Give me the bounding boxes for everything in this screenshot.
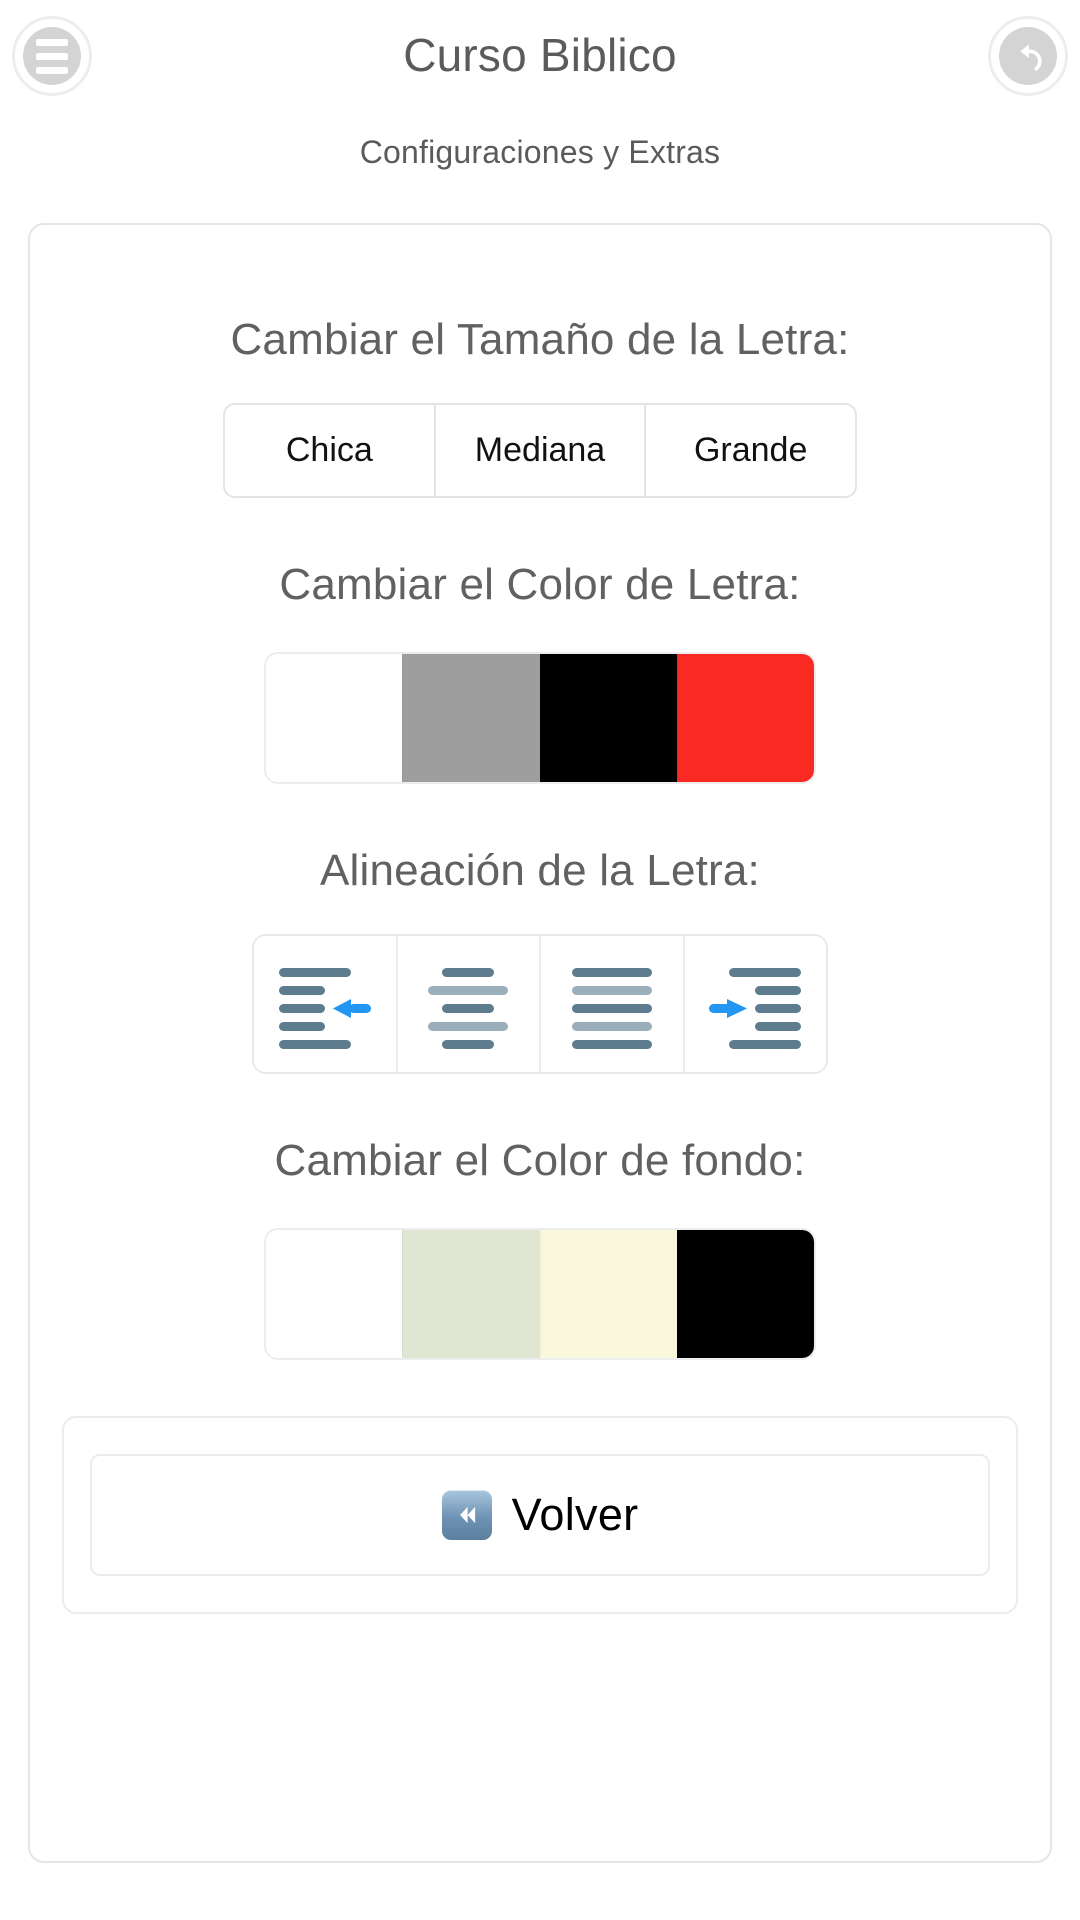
background-color-swatch-white[interactable] — [266, 1230, 403, 1358]
align-center-icon — [428, 968, 509, 1049]
rewind-double-left-icon — [441, 1490, 492, 1540]
background-color-swatch-pale-green[interactable] — [402, 1230, 540, 1358]
align-justify-button[interactable] — [541, 936, 685, 1072]
align-left-button[interactable] — [254, 936, 398, 1072]
background-color-swatch-strip[interactable] — [264, 1228, 816, 1360]
background-color-swatch-black[interactable] — [676, 1230, 814, 1358]
hamburger-bar — [36, 52, 68, 60]
font-color-swatch-red[interactable] — [676, 654, 814, 782]
menu-button[interactable] — [12, 16, 92, 96]
align-center-button[interactable] — [397, 936, 541, 1072]
font-size-option-chica[interactable]: Chica — [225, 405, 436, 496]
font-size-option-mediana[interactable]: Mediana — [435, 405, 647, 496]
font-size-segmented-control[interactable]: Chica Mediana Grande — [223, 403, 857, 498]
font-size-option-grande[interactable]: Grande — [646, 405, 855, 496]
back-button[interactable] — [988, 16, 1068, 96]
align-justify-icon — [571, 968, 652, 1049]
font-size-section-title: Cambiar el Tamaño de la Letra: — [230, 315, 850, 364]
font-color-swatch-gray[interactable] — [402, 654, 540, 782]
font-color-section-title: Cambiar el Color de Letra: — [279, 560, 801, 609]
undo-back-arrow-icon — [999, 27, 1057, 85]
page-title: Curso Biblico — [403, 29, 677, 81]
alignment-control-group[interactable] — [252, 934, 828, 1074]
align-right-icon — [709, 968, 802, 1049]
alignment-section-title: Alineación de la Letra: — [319, 846, 760, 895]
volver-label: Volver — [511, 1489, 639, 1540]
font-color-swatch-black[interactable] — [539, 654, 677, 782]
background-color-swatch-pale-yellow[interactable] — [539, 1230, 677, 1358]
app-header: Curso Biblico — [0, 0, 1080, 110]
font-color-swatch-strip[interactable] — [264, 652, 816, 784]
footer-panel: Volver — [62, 1416, 1018, 1614]
hamburger-menu-icon — [23, 27, 81, 85]
font-color-swatch-white[interactable] — [266, 654, 403, 782]
background-color-section-title: Cambiar el Color de fondo: — [274, 1136, 806, 1185]
hamburger-bar — [36, 38, 68, 46]
align-right-button[interactable] — [684, 936, 826, 1072]
page-subtitle: Configuraciones y Extras — [359, 134, 721, 170]
hamburger-bar — [36, 66, 68, 74]
align-left-icon — [278, 968, 371, 1049]
volver-button[interactable]: Volver — [90, 1454, 990, 1576]
settings-card: Cambiar el Tamaño de la Letra: Chica Med… — [28, 223, 1052, 1863]
